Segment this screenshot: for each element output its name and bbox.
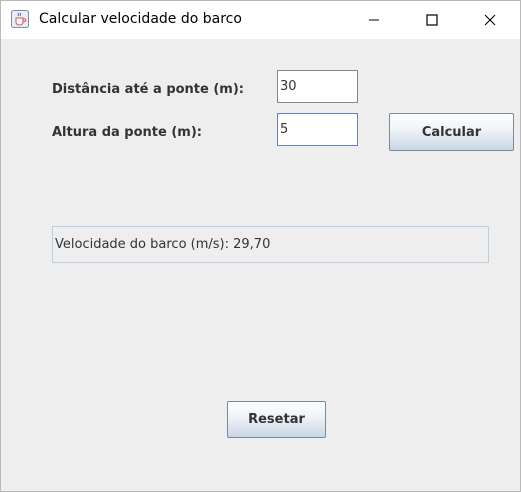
title-bar[interactable]: Calcular velocidade do barco	[1, 1, 520, 39]
distance-input[interactable]	[277, 70, 358, 103]
height-input[interactable]	[277, 113, 358, 146]
height-label: Altura da ponte (m):	[52, 125, 202, 140]
distance-label: Distância até a ponte (m):	[52, 82, 244, 97]
reset-button[interactable]: Resetar	[227, 401, 326, 438]
close-button[interactable]	[462, 1, 518, 39]
calculate-button[interactable]: Calcular	[389, 113, 514, 151]
result-label: Velocidade do barco (m/s): 29,70	[52, 226, 489, 263]
content-panel: Distância até a ponte (m): Altura da pon…	[1, 39, 520, 491]
minimize-button[interactable]	[346, 1, 402, 39]
maximize-icon	[426, 14, 438, 26]
java-cup-icon	[11, 10, 29, 28]
window-title: Calcular velocidade do barco	[39, 11, 242, 27]
close-icon	[484, 14, 496, 26]
app-window: Calcular velocidade do barco Distância a…	[0, 0, 521, 492]
minimize-icon	[369, 19, 379, 21]
maximize-button[interactable]	[404, 1, 460, 39]
